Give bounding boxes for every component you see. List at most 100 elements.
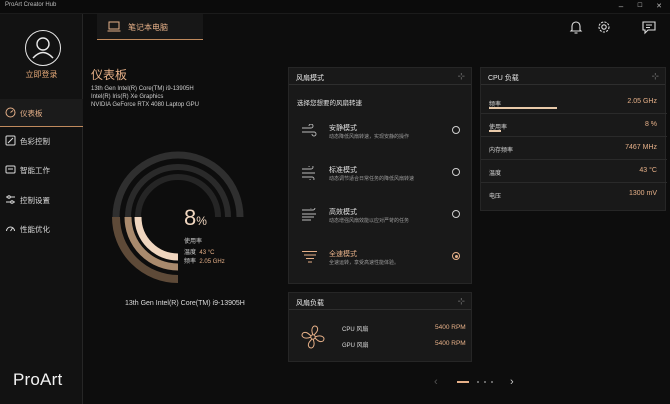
stat-voltage: 电压 1300 mV xyxy=(481,184,667,206)
wind-light-icon xyxy=(302,124,317,137)
mode-name: 标准模式 xyxy=(329,167,357,174)
fan-mode-standard[interactable]: 标准模式 动态调节适合日常任务的降低风扇转速 xyxy=(289,154,469,194)
login-link[interactable]: 立即登录 xyxy=(0,69,83,80)
expand-icon[interactable]: ⊹ xyxy=(651,71,659,82)
pager-next-button[interactable]: › xyxy=(510,376,514,388)
wind-medium-icon xyxy=(302,166,315,180)
pager-dots xyxy=(457,381,513,384)
wind-full-icon xyxy=(302,251,317,263)
pager-prev-button[interactable]: ‹ xyxy=(434,376,438,388)
panel-header: CPU 负载 ⊹ xyxy=(481,68,665,85)
fan-mode-full-speed[interactable]: 全速模式 全速运转，享受高速性能体验。 xyxy=(289,238,469,278)
sidebar-item-smart-work[interactable]: 智能工作 xyxy=(0,156,83,184)
gauge-freq-label: 频率 xyxy=(184,259,197,265)
fan-mode-quiet[interactable]: 安静模式 动态降低风扇转速，实现安静的操作 xyxy=(289,112,469,152)
mode-desc: 动态降低风扇转速，实现安静的操作 xyxy=(329,134,410,140)
mode-desc: 全速运转，享受高速性能体验。 xyxy=(329,260,400,266)
fan-icon xyxy=(301,325,325,349)
stat-value: 1300 mV xyxy=(628,190,657,197)
cpu-fan-value: 5400 RPM xyxy=(435,324,466,331)
brand-logo: ProArt xyxy=(13,370,63,389)
sidebar-item-color-control[interactable]: 色彩控制 xyxy=(0,127,83,155)
gauge-number: 8 xyxy=(184,205,197,230)
stat-temperature: 温度 43 °C xyxy=(481,161,667,183)
gauge-value: 8% xyxy=(184,205,207,231)
mode-name: 高效模式 xyxy=(329,209,357,216)
spec-dgpu: NVIDIA GeForce RTX 4080 Laptop GPU xyxy=(91,102,199,108)
minimize-button[interactable]: – xyxy=(614,1,628,12)
sidebar-item-label: 性能优化 xyxy=(20,225,50,234)
spec-igpu: Intel(R) Iris(R) Xe Graphics xyxy=(91,94,164,100)
cpu-load-panel: CPU 负载 ⊹ 频率 2.05 GHz 使用率 8 % 内存频率 7467 M… xyxy=(480,67,667,211)
stat-label: 温度 xyxy=(489,171,502,177)
frequency-bar xyxy=(489,107,557,109)
mode-name: 安静模式 xyxy=(329,125,357,132)
sidebar: 立即登录 仪表板 色彩控制 智能工作 控制设置 性能优化 ProArt xyxy=(0,14,83,404)
mode-name: 全速模式 xyxy=(329,251,357,258)
spec-cpu: 13th Gen Intel(R) Core(TM) i9-13905H xyxy=(91,86,194,92)
panel-title: 风扇模式 xyxy=(296,75,324,82)
tab-laptop[interactable]: 笔记本电脑 xyxy=(97,14,203,40)
pager-dot[interactable] xyxy=(484,381,486,383)
fan-load-panel: 风扇负载 ⊹ CPU 风扇 5400 RPM GPU 风扇 5400 RPM xyxy=(288,292,472,362)
wind-strong-icon xyxy=(302,208,316,221)
stat-memory-frequency: 内存频率 7467 MHz xyxy=(481,138,667,160)
pager-dot[interactable] xyxy=(477,381,479,383)
color-control-icon xyxy=(5,135,16,146)
mode-radio[interactable] xyxy=(452,252,460,260)
stat-label: 内存频率 xyxy=(489,148,514,154)
avatar-icon[interactable] xyxy=(25,30,61,66)
stat-value: 43 °C xyxy=(639,167,657,174)
sidebar-item-label: 智能工作 xyxy=(20,166,50,175)
performance-icon xyxy=(6,226,15,232)
stat-label: 电压 xyxy=(489,194,502,200)
mode-radio[interactable] xyxy=(452,168,460,176)
stat-value: 7467 MHz xyxy=(625,144,657,151)
mode-radio[interactable] xyxy=(452,210,460,218)
cpu-fan-label: CPU 风扇 xyxy=(342,327,369,333)
gear-icon[interactable] xyxy=(595,18,613,36)
usage-bar xyxy=(489,130,501,132)
smart-work-icon xyxy=(5,165,16,174)
sidebar-item-performance[interactable]: 性能优化 xyxy=(0,215,83,243)
spec-list: 13th Gen Intel(R) Core(TM) i9-13905H Int… xyxy=(91,85,199,109)
gauge-unit: % xyxy=(196,214,207,228)
laptop-icon xyxy=(107,21,121,32)
maximize-button[interactable]: ☐ xyxy=(633,1,647,12)
mode-desc: 动态增强风扇效能以应对严苛的任务 xyxy=(329,218,410,224)
bell-icon[interactable] xyxy=(567,18,585,36)
close-button[interactable]: ✕ xyxy=(652,1,666,12)
panel-title: 风扇负载 xyxy=(296,300,324,307)
sidebar-item-label: 控制设置 xyxy=(20,196,50,205)
sidebar-item-dashboard[interactable]: 仪表板 xyxy=(0,99,83,127)
fan-mode-panel: 风扇模式 ⊹ 选择您想要的风扇转速 安静模式 动态降低风扇转速，实现安静的操作 … xyxy=(288,67,472,284)
gauge-temp: 温度 43 °C xyxy=(184,247,214,256)
sidebar-item-control-settings[interactable]: 控制设置 xyxy=(0,186,83,214)
sidebar-item-label: 仪表板 xyxy=(20,109,43,118)
mode-radio[interactable] xyxy=(452,126,460,134)
pager-dot[interactable] xyxy=(491,381,493,383)
stat-value: 8 % xyxy=(644,121,657,128)
cpu-gauge xyxy=(112,151,244,283)
panel-title: CPU 负载 xyxy=(488,75,519,82)
gpu-fan-value: 5400 RPM xyxy=(435,340,466,347)
fan-mode-hint: 选择您想要的风扇转速 xyxy=(297,100,362,107)
stat-value: 2.05 GHz xyxy=(627,98,657,105)
feedback-icon[interactable] xyxy=(640,18,658,36)
cpu-name: 13th Gen Intel(R) Core(TM) i9-13905H xyxy=(125,300,245,307)
top-bar: 笔记本电脑 xyxy=(83,14,670,40)
expand-icon[interactable]: ⊹ xyxy=(457,71,465,82)
fan-mode-performance[interactable]: 高效模式 动态增强风扇效能以应对严苛的任务 xyxy=(289,196,469,236)
control-settings-icon xyxy=(6,195,15,204)
panel-header: 风扇负载 ⊹ xyxy=(289,293,471,310)
dashboard-icon xyxy=(5,107,16,118)
expand-icon[interactable]: ⊹ xyxy=(457,296,465,307)
app-title: ProArt Creator Hub xyxy=(5,2,57,8)
title-bar: ProArt Creator Hub – ☐ ✕ xyxy=(0,0,670,14)
stat-usage: 使用率 8 % xyxy=(481,115,667,137)
mode-desc: 动态调节适合日常任务的降低风扇转速 xyxy=(329,176,415,182)
gauge-freq-value: 2.05 GHz xyxy=(199,259,225,265)
pager-dot-active[interactable] xyxy=(457,381,469,383)
page-title: 仪表板 xyxy=(91,68,128,82)
panel-header: 风扇模式 ⊹ xyxy=(289,68,471,85)
